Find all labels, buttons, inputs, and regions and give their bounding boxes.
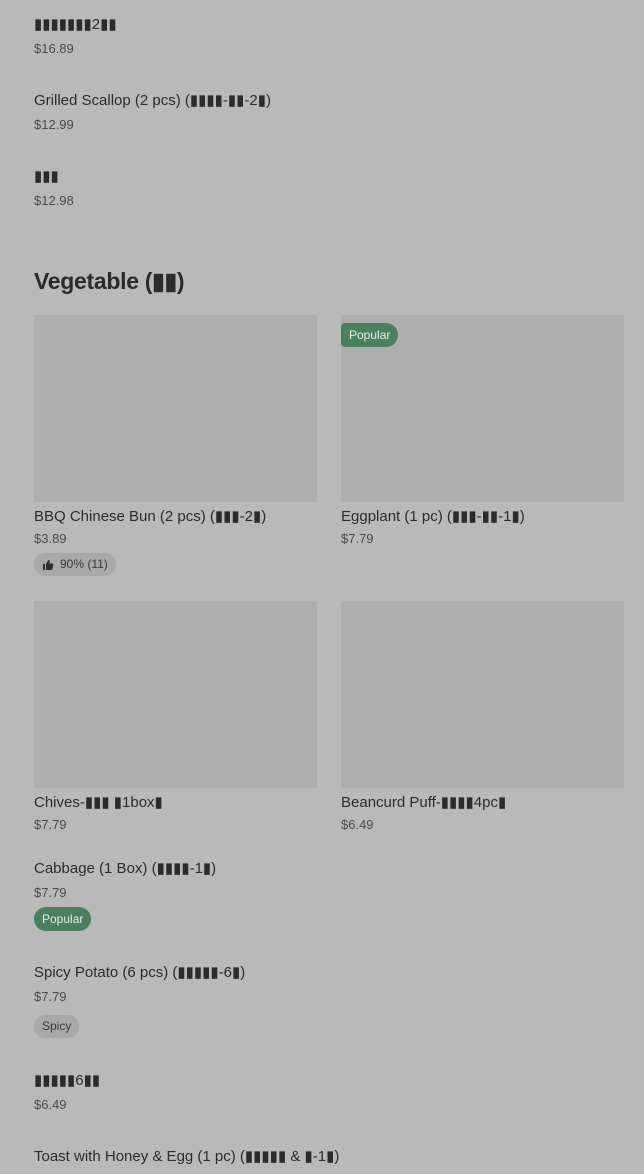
menu-item-price: $12.99: [34, 117, 74, 132]
section-title: Vegetable (▮▮): [34, 268, 185, 294]
popular-badge: Popular: [341, 323, 399, 347]
menu-item-image[interactable]: [341, 601, 624, 788]
menu-item-name[interactable]: Eggplant (1 pc) (▮▮▮-▮▮-1▮): [341, 507, 525, 525]
menu-item-price: $7.79: [341, 531, 374, 546]
menu-item-name[interactable]: ▮▮▮: [34, 167, 59, 185]
menu-item-price: $6.49: [341, 817, 374, 832]
menu-item-name[interactable]: Cabbage (1 Box) (▮▮▮▮-1▮): [34, 859, 216, 877]
menu-item-price: $16.89: [34, 41, 74, 56]
menu-item-image[interactable]: [34, 601, 317, 788]
menu-item-image[interactable]: [34, 315, 317, 502]
menu-item-name[interactable]: BBQ Chinese Bun (2 pcs) (▮▮▮-2▮): [34, 507, 266, 525]
menu-item-price: $6.49: [34, 1097, 67, 1112]
menu-item-name[interactable]: ▮▮▮▮▮▮▮2▮▮: [34, 15, 117, 33]
rating-badge: 90% (11): [34, 553, 116, 576]
menu-item-name[interactable]: Spicy Potato (6 pcs) (▮▮▮▮▮-6▮): [34, 963, 245, 981]
menu-item-price: $12.98: [34, 193, 74, 208]
menu-item-name[interactable]: Toast with Honey & Egg (1 pc) (▮▮▮▮▮ & ▮…: [34, 1147, 339, 1165]
menu-item-name[interactable]: ▮▮▮▮▮6▮▮: [34, 1071, 100, 1089]
menu-item-price: $7.79: [34, 989, 67, 1004]
menu-item-name[interactable]: Beancurd Puff-▮▮▮▮4pc▮: [341, 793, 506, 811]
rating-text: 90% (11): [60, 557, 108, 571]
menu-item-price: $7.79: [34, 885, 67, 900]
spicy-tag: Spicy: [34, 1015, 80, 1038]
menu-item-price: $7.79: [34, 817, 67, 832]
menu-item-name[interactable]: Grilled Scallop (2 pcs) (▮▮▮▮-▮▮-2▮): [34, 91, 271, 109]
popular-badge: Popular: [34, 907, 92, 931]
menu-item-name[interactable]: Chives-▮▮▮ ▮1box▮: [34, 793, 163, 811]
thumbs-up-icon: [43, 559, 54, 570]
menu-item-price: $3.89: [34, 531, 67, 546]
